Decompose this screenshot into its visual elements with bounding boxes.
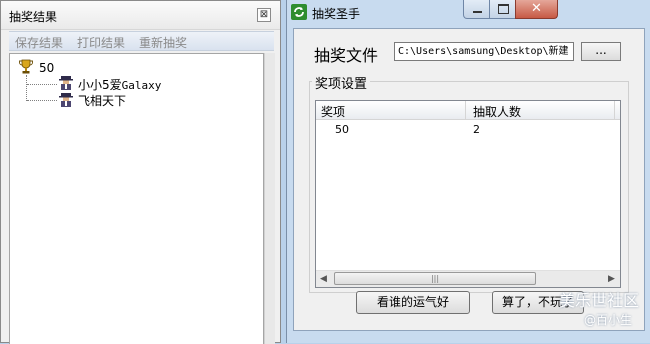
prize-settings-title: 奖项设置 <box>312 73 371 92</box>
person-icon <box>59 93 73 107</box>
file-path-input[interactable]: C:\Users\samsung\Desktop\新建 <box>394 42 574 61</box>
app-refresh-icon <box>291 4 307 20</box>
tree-child-label: 飞相天下 <box>78 94 127 108</box>
lottery-window-titlebar[interactable]: 抽奖圣手 ✕ <box>287 0 650 26</box>
tree-root-label: 50 <box>39 61 55 75</box>
row-count-cell: 2 <box>473 123 480 136</box>
tree-scrollbar[interactable] <box>264 53 275 344</box>
maximize-button[interactable] <box>489 0 516 19</box>
watermark-author: @百小生 <box>584 313 633 327</box>
tree-connector <box>27 84 57 85</box>
watermark-site: 美乐世社区 <box>559 291 640 310</box>
column-header-prize[interactable]: 奖项 <box>321 103 345 120</box>
save-result-button[interactable]: 保存结果 <box>15 34 63 51</box>
tree-child-node[interactable]: 小小5爱Galaxy <box>78 76 161 93</box>
close-button[interactable]: ✕ <box>515 0 558 19</box>
scroll-right-icon[interactable]: ▶ <box>608 274 615 284</box>
result-toolbar: 保存结果 打印结果 重新抽奖 <box>9 31 274 51</box>
lottery-window-title: 抽奖圣手 <box>312 7 361 21</box>
print-result-button[interactable]: 打印结果 <box>77 34 125 51</box>
row-prize-cell: 50 <box>335 123 349 136</box>
redraw-button[interactable]: 重新抽奖 <box>139 34 187 51</box>
scroll-left-icon[interactable]: ◀ <box>320 274 327 284</box>
tree-child-label: 小小5爱 <box>78 78 122 92</box>
file-label: 抽奖文件 <box>314 46 379 65</box>
trophy-icon <box>19 59 33 74</box>
minimize-button[interactable] <box>463 0 490 19</box>
draw-lucky-button[interactable]: 看谁的运气好 <box>356 291 470 314</box>
scroll-grip-icon: ||| <box>430 274 440 283</box>
prize-list[interactable]: 奖项 抽取人数 50 2 ◀ ||| ▶ <box>315 100 621 288</box>
result-tree[interactable]: 50 小小5爱Galaxy 飞相天下 <box>9 53 264 344</box>
column-header-count[interactable]: 抽取人数 <box>473 103 521 120</box>
close-icon[interactable]: ⊠ <box>257 8 271 22</box>
column-divider[interactable] <box>465 101 466 119</box>
horizontal-scrollbar[interactable]: ◀ ||| ▶ <box>316 270 620 287</box>
result-window-title: 抽奖结果 <box>9 10 58 24</box>
column-divider[interactable] <box>614 101 615 119</box>
tree-connector <box>27 100 57 101</box>
prize-list-header: 奖项 抽取人数 <box>316 101 620 120</box>
result-window-titlebar[interactable]: 抽奖结果 ⊠ <box>1 1 280 30</box>
tree-child-label-latin: Galaxy <box>121 79 162 92</box>
scroll-thumb[interactable]: ||| <box>334 272 536 285</box>
tree-connector <box>26 75 27 101</box>
result-window: 抽奖结果 ⊠ 保存结果 打印结果 重新抽奖 50 小小5爱Galaxy 飞相天下 <box>0 0 281 344</box>
tree-child-node[interactable]: 飞相天下 <box>78 92 126 109</box>
lottery-client-area: 抽奖文件 C:\Users\samsung\Desktop\新建 ... 奖项设… <box>293 28 645 331</box>
browse-button[interactable]: ... <box>581 42 621 61</box>
person-icon <box>59 76 73 90</box>
close-icon: ✕ <box>531 1 542 16</box>
